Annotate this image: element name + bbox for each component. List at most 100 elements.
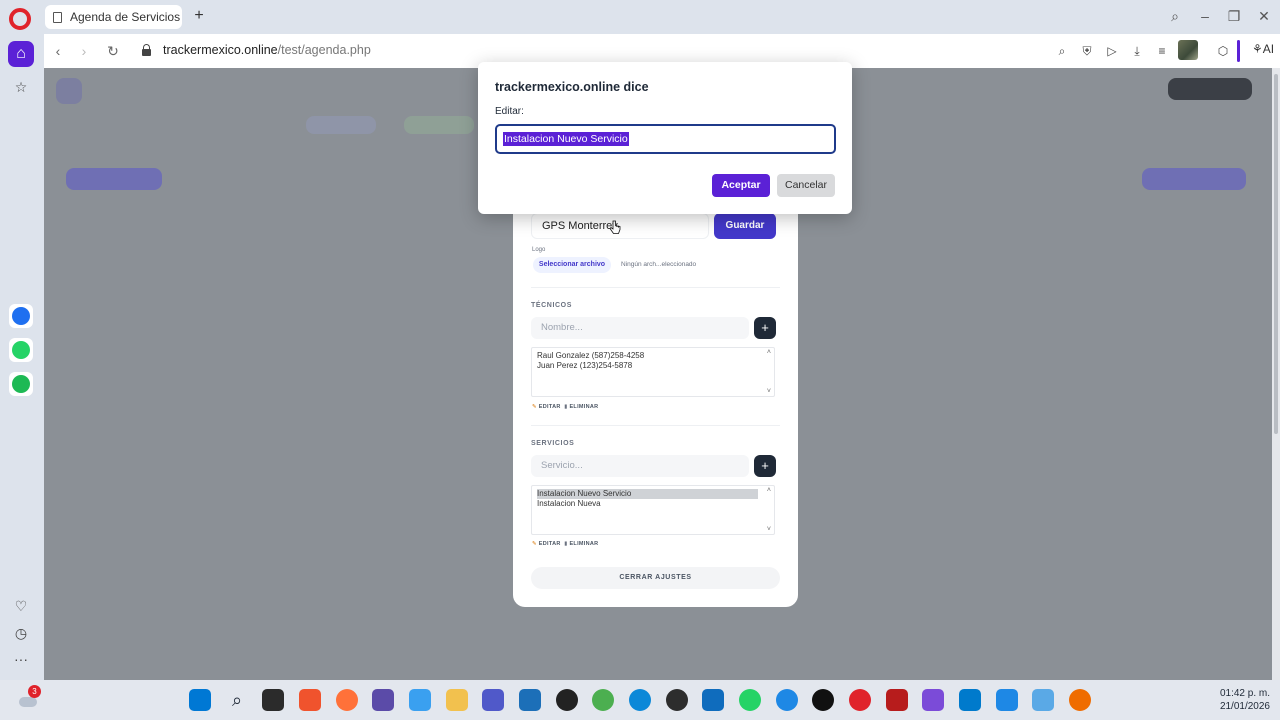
dialog-input[interactable]: Instalacion Nuevo Servicio	[495, 124, 836, 154]
shield-icon[interactable]: ⛨	[1079, 43, 1095, 59]
vscode-icon[interactable]	[959, 689, 981, 711]
messenger-icon[interactable]	[9, 304, 33, 328]
service-name-input[interactable]: Servicio...	[531, 455, 749, 477]
notepad-icon[interactable]	[996, 689, 1018, 711]
more-icon[interactable]: ···	[10, 648, 32, 670]
accept-button[interactable]: Aceptar	[712, 174, 770, 197]
url-path: /test/agenda.php	[277, 43, 371, 57]
scroll-up-icon[interactable]: ˄	[767, 349, 771, 356]
opera-taskbar-icon[interactable]	[849, 689, 871, 711]
file-explorer-icon[interactable]	[446, 689, 468, 711]
divider	[531, 287, 780, 288]
list-item[interactable]: Raul Gonzalez (587)258-4258	[537, 351, 769, 361]
whatsapp-taskbar-icon[interactable]	[739, 689, 761, 711]
edit-service-button[interactable]: EDITAR	[539, 541, 561, 547]
teams-icon[interactable]	[482, 689, 504, 711]
technician-actions: ✎ EDITAR ▮ ELIMINAR	[532, 404, 598, 410]
forward-icon[interactable]: ›	[75, 42, 93, 60]
search-icon[interactable]: ⌕	[226, 689, 248, 711]
technicians-list[interactable]: Raul Gonzalez (587)258-4258 Juan Perez (…	[531, 347, 775, 397]
logo-label: Logo	[532, 247, 546, 253]
close-window-icon[interactable]: ✕	[1252, 6, 1276, 26]
edge-icon[interactable]	[629, 689, 651, 711]
brave-icon[interactable]	[299, 689, 321, 711]
back-icon[interactable]: ‹	[49, 42, 67, 60]
task-view-icon[interactable]	[262, 689, 284, 711]
whatsapp-icon[interactable]	[9, 338, 33, 362]
app-icon[interactable]	[1069, 689, 1091, 711]
hand-cursor-icon	[609, 220, 621, 234]
url-field[interactable]: trackermexico.online/test/agenda.php	[163, 43, 371, 57]
menu-icon[interactable]: ≡	[1154, 43, 1170, 59]
dialog-title: trackermexico.online dice	[495, 80, 649, 94]
add-technician-button[interactable]: +	[754, 317, 776, 339]
file-status: Ningún arch...eleccionado	[621, 261, 697, 268]
system-clock[interactable]: 01:42 p. m. 21/01/2026	[1198, 687, 1270, 713]
search-tabs-icon[interactable]: ⌕	[1163, 6, 1187, 26]
minimize-icon[interactable]: –	[1193, 6, 1217, 26]
reload-icon[interactable]: ↻	[104, 42, 122, 60]
prompt-dialog: trackermexico.online dice Editar: Instal…	[478, 62, 852, 214]
add-service-button[interactable]: +	[754, 455, 776, 477]
app-icon[interactable]	[372, 689, 394, 711]
delete-technician-button[interactable]: ELIMINAR	[569, 404, 598, 410]
browser-tab[interactable]: Agenda de Servicios - Tra	[45, 5, 182, 29]
download-icon[interactable]: ⤓	[1129, 43, 1145, 59]
chrome-icon[interactable]	[592, 689, 614, 711]
outlook-icon[interactable]	[702, 689, 724, 711]
edit-technician-button[interactable]: EDITAR	[539, 404, 561, 410]
ai-button[interactable]: ⚘AI	[1252, 42, 1274, 56]
list-item[interactable]: Instalacion Nueva	[537, 499, 769, 509]
save-button[interactable]: Guardar	[714, 213, 776, 239]
firefox-icon[interactable]	[336, 689, 358, 711]
scroll-down-icon[interactable]: ˅	[767, 526, 771, 533]
lock-icon[interactable]	[142, 44, 151, 56]
zoom-search-icon[interactable]: ⌕	[1054, 43, 1070, 59]
copilot-icon[interactable]	[409, 689, 431, 711]
weather-widget[interactable]: 3	[16, 685, 41, 711]
profile-avatar[interactable]	[1178, 40, 1198, 60]
trash-icon: ▮	[564, 541, 568, 547]
app-icon[interactable]	[922, 689, 944, 711]
scroll-down-icon[interactable]: ˅	[767, 388, 771, 395]
new-appointment-pill	[1142, 168, 1246, 190]
cube-icon[interactable]: ⬡	[1215, 43, 1231, 59]
settings-panel: GPS Monterrey Guardar Logo Seleccionar a…	[513, 205, 798, 607]
technician-name-input[interactable]: Nombre...	[531, 317, 749, 339]
select-file-button[interactable]: Seleccionar archivo	[533, 257, 611, 273]
page-scrollbar[interactable]	[1272, 68, 1280, 680]
play-icon[interactable]: ▷	[1104, 43, 1120, 59]
opera-logo-icon[interactable]	[9, 8, 31, 30]
nav-pill	[66, 168, 162, 190]
store-icon[interactable]	[519, 689, 541, 711]
star-icon[interactable]: ☆	[10, 76, 32, 98]
cancel-button[interactable]: Cancelar	[777, 174, 835, 197]
filezilla-icon[interactable]	[886, 689, 908, 711]
new-tab-plus-icon[interactable]: +	[189, 6, 209, 26]
dialog-label: Editar:	[495, 106, 524, 117]
url-host: trackermexico.online	[163, 43, 278, 57]
restore-icon[interactable]: ❐	[1222, 6, 1246, 26]
list-item[interactable]: Juan Perez (123)254-5878	[537, 361, 769, 371]
clock-date: 21/01/2026	[1219, 701, 1270, 712]
scroll-up-icon[interactable]: ˄	[767, 487, 771, 494]
chatgpt-icon[interactable]	[812, 689, 834, 711]
home-icon[interactable]	[8, 41, 34, 67]
windows-start-icon[interactable]	[189, 689, 211, 711]
hs-app-icon[interactable]	[666, 689, 688, 711]
services-list[interactable]: Instalacion Nuevo Servicio Instalacion N…	[531, 485, 775, 535]
heart-icon[interactable]: ♡	[10, 595, 32, 617]
snipping-tool-icon[interactable]	[1032, 689, 1054, 711]
history-icon[interactable]: ◷	[10, 622, 32, 644]
mail-icon[interactable]	[556, 689, 578, 711]
delete-service-button[interactable]: ELIMINAR	[569, 541, 598, 547]
list-item-selected[interactable]: Instalacion Nuevo Servicio	[537, 489, 758, 499]
dialog-input-value: Instalacion Nuevo Servicio	[503, 132, 629, 146]
app-logo	[56, 78, 82, 104]
header-button	[1168, 78, 1252, 100]
document-icon	[53, 11, 62, 23]
close-settings-button[interactable]: CERRAR AJUSTES	[531, 567, 780, 589]
chat-icon[interactable]	[776, 689, 798, 711]
scrollbar-thumb[interactable]	[1274, 74, 1278, 434]
spotify-icon[interactable]	[9, 372, 33, 396]
